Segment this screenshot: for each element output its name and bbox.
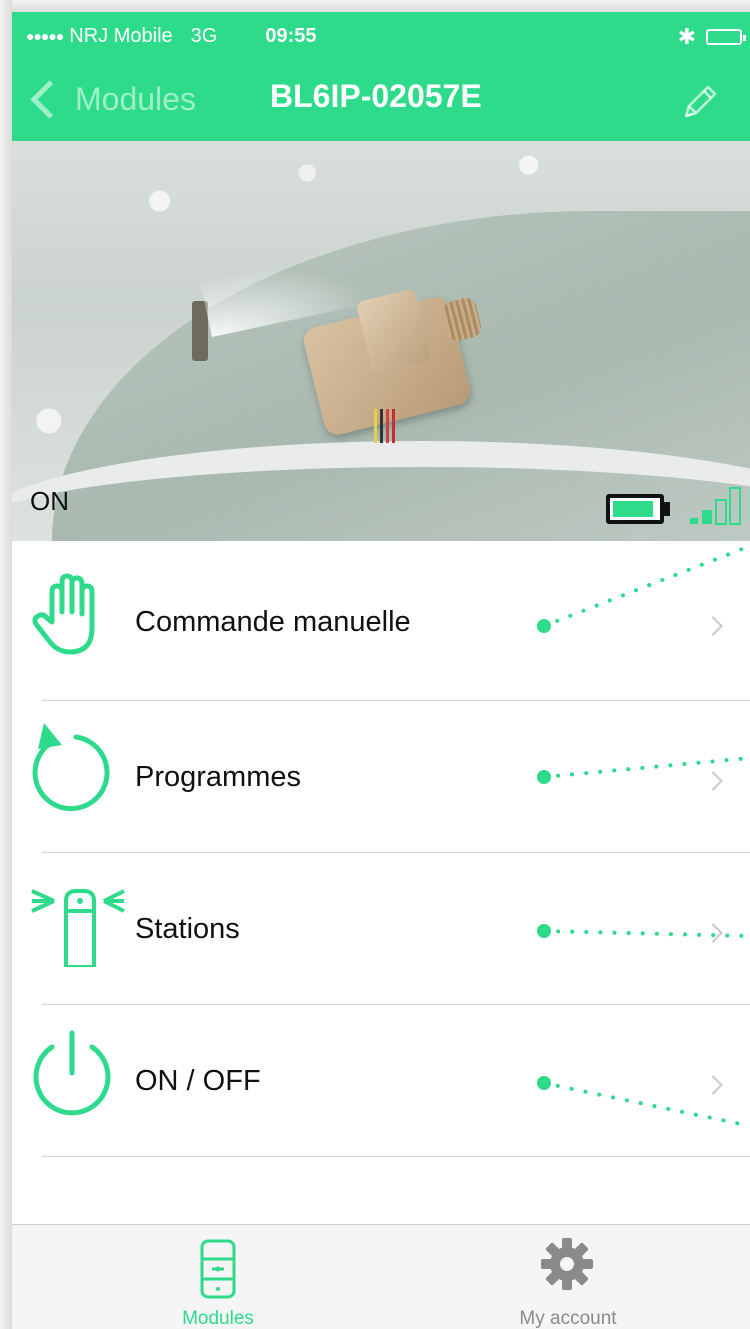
chevron-right-icon [703,771,723,791]
tab-bar: Modules My account [12,1224,750,1329]
hero-device-image [12,141,750,541]
chevron-right-icon [703,616,723,636]
tab-label: My account [519,1308,617,1329]
bluetooth-icon: ✱ [677,24,696,49]
wire-red-2 [392,409,395,443]
tab-modules[interactable]: Modules [118,1225,318,1329]
menu-item-stations[interactable]: Stations [12,853,750,1003]
module-battery-level [613,501,653,517]
menu-item-label: Stations [135,913,240,945]
menu-item-programs[interactable]: Programmes [12,701,750,851]
back-label: Modules [75,80,196,117]
battery-icon [706,29,746,45]
signal-dots: ●●●●● [26,28,64,44]
tab-my-account[interactable]: My account [468,1225,668,1329]
menu-item-label: ON / OFF [135,1065,261,1097]
signal-bar-3 [715,499,727,525]
chevron-right-icon [703,923,723,943]
menu-item-manual-control[interactable]: Commande manuelle [12,546,750,696]
menu-item-label: Commande manuelle [135,606,411,638]
page-title: BL6IP-02057E [270,78,482,114]
device-wires [372,409,412,449]
signal-strength-icon [690,487,741,525]
module-battery-icon [606,494,664,524]
signal-bar-2 [702,510,712,524]
wire-red [386,409,389,443]
station-valve-icon [31,889,125,967]
pencil-icon[interactable] [678,80,722,124]
hand-icon [32,573,95,655]
back-button[interactable]: Modules [26,74,196,124]
signal-bar-1 [690,518,698,524]
power-icon [33,1030,111,1116]
wire-black [380,409,383,443]
status-right: ✱ [677,24,746,50]
status-time: 09:55 [265,24,317,47]
menu-item-on-off[interactable]: ON / OFF [12,1005,750,1155]
module-battery-tip [664,502,670,516]
menu-item-label: Programmes [135,761,301,793]
signal-bar-4 [729,487,741,525]
cycle-arrow-icon [32,723,110,812]
chevron-left-icon [30,79,69,119]
module-device-icon [200,1239,236,1299]
wire-yellow [374,409,377,443]
chevron-right-icon [703,1075,723,1095]
app-screen: ●●●●● NRJ Mobile 3G 09:55 ✱ Modules BL6I… [12,12,750,1329]
status-bar: ●●●●● NRJ Mobile 3G 09:55 ✱ [26,24,746,50]
module-state-label: ON [30,486,69,516]
window-edge-top [0,0,750,12]
tab-label: Modules [182,1308,254,1329]
carrier-name: NRJ Mobile [69,24,173,47]
window-edge-left [0,0,12,1329]
navigation-header: ●●●●● NRJ Mobile 3G 09:55 ✱ Modules BL6I… [12,12,750,141]
divider [42,1156,750,1157]
gear-icon [541,1238,593,1290]
network-type: 3G [190,24,218,47]
